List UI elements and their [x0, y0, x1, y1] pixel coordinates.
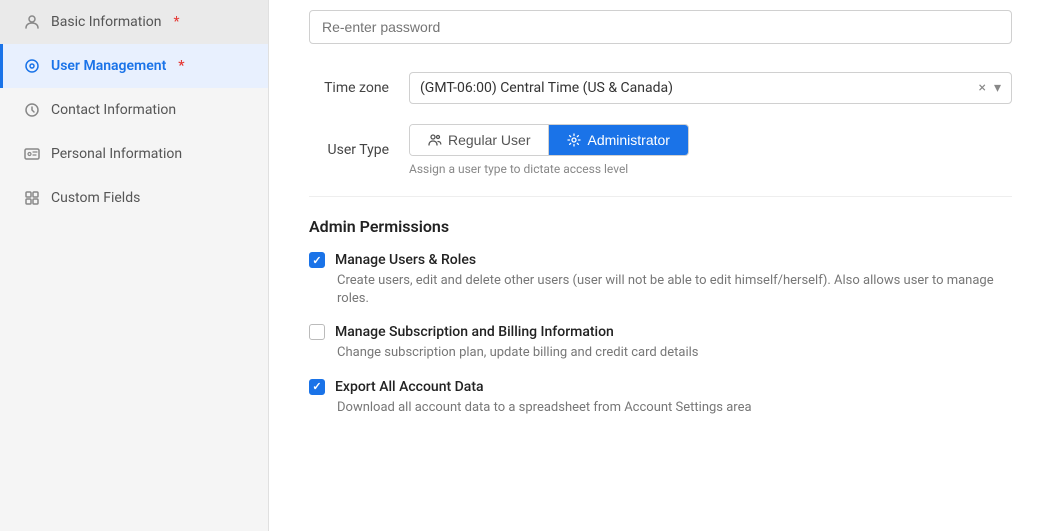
administrator-button[interactable]: Administrator	[548, 125, 687, 155]
timezone-select[interactable]: (GMT-06:00) Central Time (US & Canada) ×…	[409, 72, 1012, 104]
sidebar: Basic Information * User Management * Co…	[0, 0, 269, 531]
user-type-toggle: Regular User Administrator	[409, 124, 689, 156]
sidebar-item-user-management[interactable]: User Management *	[0, 44, 268, 88]
sidebar-item-contact-information[interactable]: Contact Information	[0, 88, 268, 132]
user-type-control: Regular User Administrator Assign a user…	[409, 124, 1012, 176]
manage-subscription-checkbox[interactable]	[309, 324, 325, 340]
timezone-control: (GMT-06:00) Central Time (US & Canada) ×…	[409, 72, 1012, 104]
required-marker: *	[174, 14, 180, 30]
main-content: Time zone (GMT-06:00) Central Time (US &…	[269, 0, 1052, 531]
permission-row: Manage Subscription and Billing Informat…	[309, 324, 1012, 340]
export-data-desc: Download all account data to a spreadshe…	[309, 399, 1012, 417]
sidebar-item-label: User Management	[51, 58, 166, 74]
reenter-password-input[interactable]	[309, 10, 1012, 44]
manage-subscription-label: Manage Subscription and Billing Informat…	[335, 324, 614, 340]
gear-icon	[567, 133, 581, 147]
manage-subscription-desc: Change subscription plan, update billing…	[309, 344, 1012, 362]
timezone-clear-icon[interactable]: ×	[978, 80, 985, 96]
sidebar-item-label: Personal Information	[51, 146, 182, 162]
person-icon	[23, 13, 41, 31]
user-type-hint: Assign a user type to dictate access lev…	[409, 162, 1012, 176]
permission-row: Export All Account Data	[309, 379, 1012, 395]
permission-export-data: Export All Account Data Download all acc…	[309, 379, 1012, 417]
administrator-label: Administrator	[587, 132, 669, 148]
users-icon	[428, 133, 442, 147]
export-data-label: Export All Account Data	[335, 379, 484, 395]
permission-manage-users-roles: Manage Users & Roles Create users, edit …	[309, 252, 1012, 308]
regular-user-button[interactable]: Regular User	[410, 125, 548, 155]
clock-icon	[23, 101, 41, 119]
timezone-label: Time zone	[309, 80, 409, 96]
divider	[309, 196, 1012, 197]
shield-icon	[23, 57, 41, 75]
sidebar-item-personal-information[interactable]: Personal Information	[0, 132, 268, 176]
user-type-label: User Type	[309, 142, 409, 158]
permission-row: Manage Users & Roles	[309, 252, 1012, 268]
timezone-row: Time zone (GMT-06:00) Central Time (US &…	[309, 72, 1012, 104]
sidebar-item-custom-fields[interactable]: Custom Fields	[0, 176, 268, 220]
sidebar-item-label: Custom Fields	[51, 190, 140, 206]
sidebar-item-basic-information[interactable]: Basic Information *	[0, 0, 268, 44]
manage-users-roles-checkbox[interactable]	[309, 252, 325, 268]
timezone-value: (GMT-06:00) Central Time (US & Canada)	[420, 80, 978, 96]
required-marker: *	[178, 58, 184, 74]
password-field	[309, 10, 1012, 44]
manage-users-roles-desc: Create users, edit and delete other user…	[309, 272, 1012, 308]
sidebar-item-label: Basic Information	[51, 14, 162, 30]
admin-permissions-title: Admin Permissions	[309, 217, 1012, 236]
export-data-checkbox[interactable]	[309, 379, 325, 395]
timezone-dropdown-icon[interactable]: ▾	[994, 80, 1001, 96]
id-card-icon	[23, 145, 41, 163]
regular-user-label: Regular User	[448, 132, 530, 148]
sidebar-item-label: Contact Information	[51, 102, 176, 118]
user-type-row: User Type Regular User	[309, 124, 1012, 176]
permission-manage-subscription: Manage Subscription and Billing Informat…	[309, 324, 1012, 362]
timezone-actions: × ▾	[978, 80, 1001, 96]
manage-users-roles-label: Manage Users & Roles	[335, 252, 476, 268]
grid-icon	[23, 189, 41, 207]
